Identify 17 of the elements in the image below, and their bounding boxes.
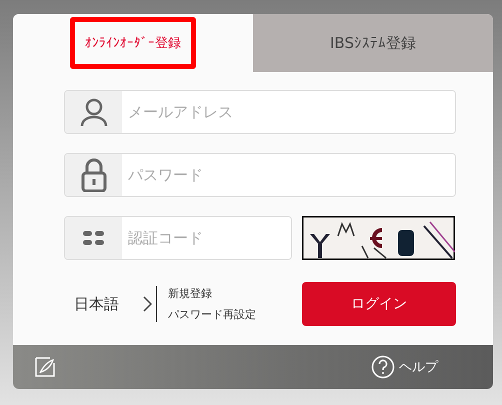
user-icon	[78, 97, 108, 127]
link[interactable]: 新規登録	[168, 286, 256, 301]
edit-icon[interactable]	[35, 357, 55, 377]
help-label: ヘルプ	[399, 359, 438, 376]
lock-icon	[80, 158, 106, 192]
language-selector[interactable]: 日本語	[74, 294, 119, 314]
help-link[interactable]: ヘルプ	[371, 355, 438, 379]
tab[interactable]: IBSｼｽﾃﾑ登録	[330, 34, 416, 52]
tab[interactable]: ｵﾝﾗｲﾝｵｰﾀﾞｰ登録	[70, 17, 196, 69]
chevron-icon	[143, 296, 152, 312]
code-icon	[82, 231, 104, 245]
login-button[interactable]: ログイン	[302, 282, 456, 326]
link[interactable]: パスワード再設定	[168, 307, 256, 322]
input-field[interactable]: パスワード	[64, 153, 456, 197]
input-field[interactable]: メールアドレス	[64, 90, 456, 134]
help-icon	[371, 355, 395, 379]
input-field[interactable]: 認証コード	[64, 216, 292, 260]
